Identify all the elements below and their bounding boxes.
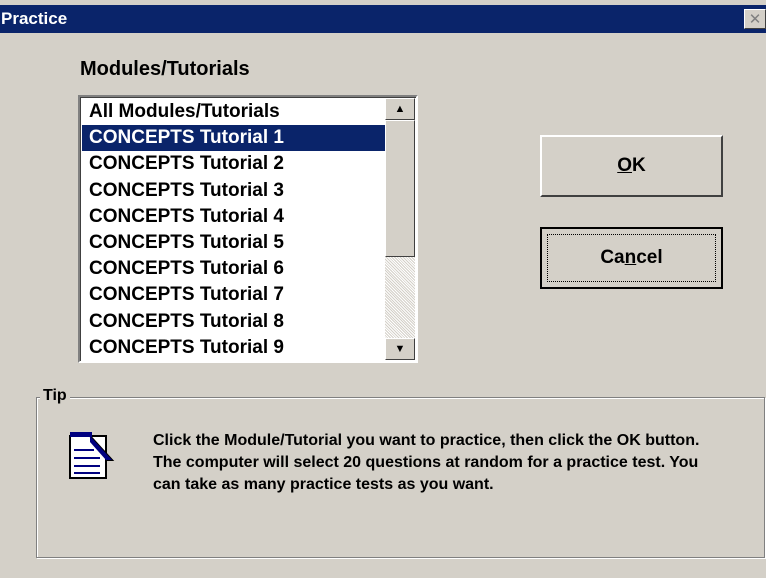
ok-button[interactable]: OK (540, 135, 723, 197)
window-title: Practice (1, 9, 68, 28)
close-icon: ✕ (748, 11, 762, 28)
list-item[interactable]: All Modules/Tutorials (82, 99, 386, 125)
scroll-up-button[interactable]: ▲ (385, 98, 415, 120)
list-item[interactable]: CONCEPTS Tutorial 4 (82, 204, 386, 230)
arrow-up-icon: ▲ (394, 103, 406, 115)
tip-label: Tip (40, 387, 70, 405)
list-item[interactable]: CONCEPTS Tutorial 8 (82, 309, 386, 335)
arrow-down-icon: ▼ (394, 343, 406, 355)
list-item[interactable]: CONCEPTS Tutorial 5 (82, 230, 386, 256)
notepad-icon (66, 426, 120, 484)
list-item[interactable]: CONCEPTS Tutorial 1 (82, 125, 386, 152)
scroll-down-button[interactable]: ▼ (385, 338, 415, 360)
modules-label: Modules/Tutorials (80, 58, 250, 80)
focus-rectangle (547, 234, 716, 282)
tip-text: Click the Module/Tutorial you want to pr… (153, 432, 700, 493)
list-item[interactable]: CONCEPTS Tutorial 2 (82, 151, 386, 177)
modules-listbox[interactable]: All Modules/Tutorials CONCEPTS Tutorial 1… (78, 95, 418, 363)
cancel-button[interactable]: Cancel (540, 227, 723, 289)
list-item[interactable]: CONCEPTS Tutorial 6 (82, 256, 386, 282)
list-item[interactable]: CONCEPTS Tutorial 3 (82, 178, 386, 204)
list-item[interactable]: CONCEPTS Tutorial 9 (82, 335, 386, 361)
vertical-scrollbar[interactable]: ▲ ▼ (385, 98, 415, 360)
close-button[interactable]: ✕ (744, 9, 766, 29)
scroll-thumb[interactable] (385, 120, 415, 257)
modules-list-items: All Modules/Tutorials CONCEPTS Tutorial 1… (82, 99, 386, 361)
list-item[interactable]: CONCEPTS Tutorial 7 (82, 282, 386, 308)
title-bar[interactable]: Practice ✕ (0, 5, 766, 33)
ok-button-label: OK (617, 155, 646, 176)
